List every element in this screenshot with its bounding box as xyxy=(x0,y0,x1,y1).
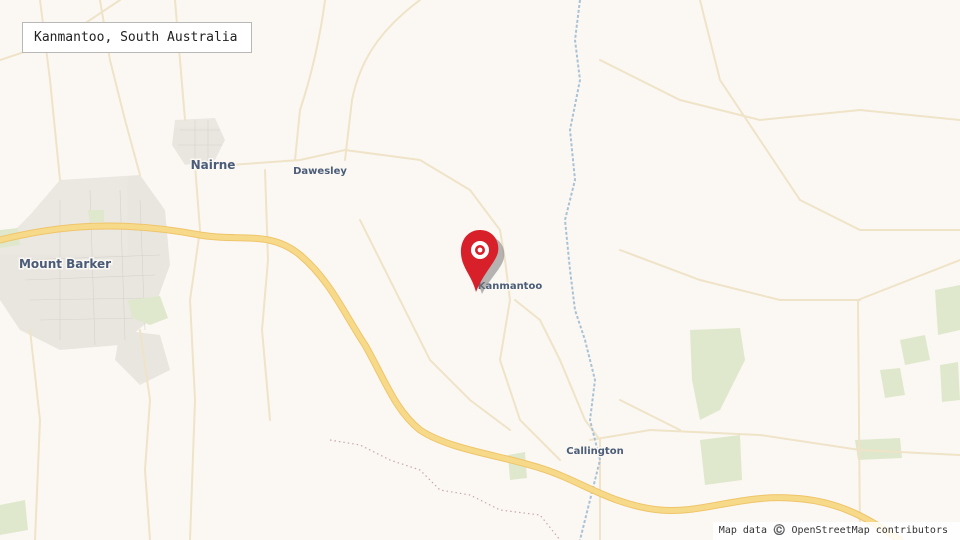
boundary-line xyxy=(329,439,561,540)
place-label: Nairne xyxy=(191,158,236,172)
location-title: Kanmantoo, South Australia xyxy=(22,22,252,53)
place-label: Callington xyxy=(566,446,623,457)
map-pin-icon[interactable] xyxy=(456,228,506,296)
place-label: Mount Barker xyxy=(19,257,111,271)
place-label: Dawesley xyxy=(293,166,347,177)
river xyxy=(563,0,602,540)
map-attribution[interactable]: Map data ©️ OpenStreetMap contributors xyxy=(712,522,960,540)
